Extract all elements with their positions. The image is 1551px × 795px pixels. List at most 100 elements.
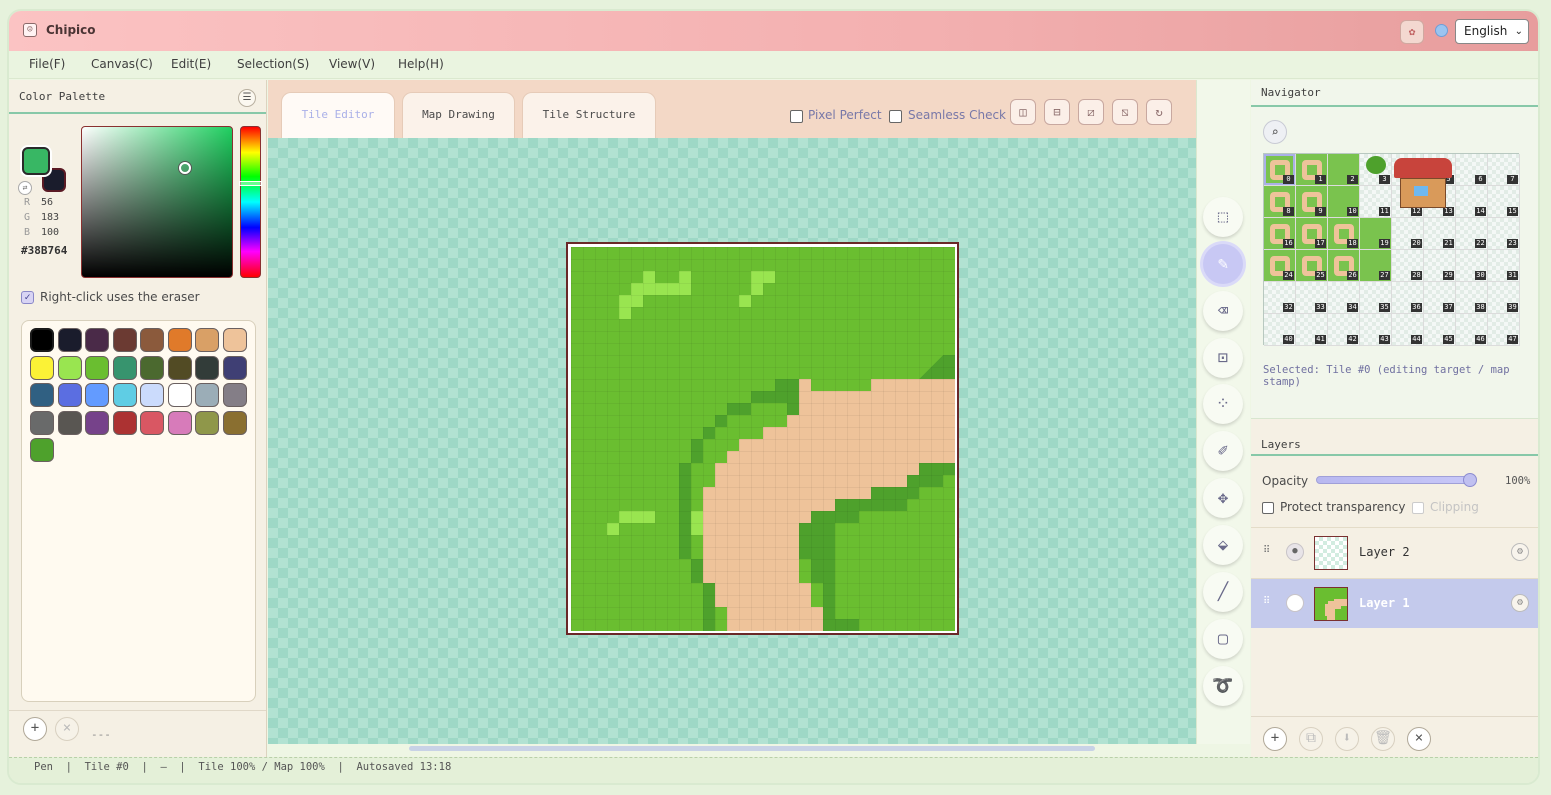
add-color-button[interactable]: + — [23, 717, 47, 741]
drag-handle-icon[interactable]: ⠿ — [1263, 545, 1270, 556]
delete-layer-button[interactable]: 🗑 — [1371, 727, 1395, 751]
palette-swatch[interactable] — [195, 355, 219, 380]
palette-swatch[interactable] — [140, 328, 164, 352]
palette-swatch[interactable] — [85, 410, 109, 435]
tile-cell[interactable]: 16 — [1264, 218, 1296, 250]
lasso-tool-icon[interactable]: ➰ — [1203, 666, 1243, 706]
tile-cell[interactable]: 21 — [1424, 218, 1456, 250]
hue-slider[interactable] — [240, 126, 261, 278]
tile-cell[interactable]: 10 — [1328, 186, 1360, 218]
move-tool-icon[interactable]: ✥ — [1203, 478, 1243, 518]
tile-cell[interactable]: 24 — [1264, 250, 1296, 282]
palette-swatch[interactable] — [167, 410, 192, 435]
canvas-viewport[interactable] — [268, 138, 1196, 751]
menu-selection[interactable]: Selection(S) — [237, 57, 309, 71]
pen-tool-icon[interactable]: ✎ — [1203, 244, 1243, 284]
tileset-grid[interactable]: 0123456789101112131415161718192021222324… — [1263, 153, 1520, 346]
menu-icon[interactable]: ☰ — [238, 89, 256, 107]
tile-cell[interactable]: 45 — [1424, 314, 1456, 346]
tile-cell[interactable]: 38 — [1456, 282, 1488, 314]
menu-canvas[interactable]: Canvas(C) — [91, 57, 153, 71]
tile-cell[interactable]: 20 — [1392, 218, 1424, 250]
tile-cell[interactable]: 0 — [1264, 154, 1296, 186]
tile-cell[interactable]: 34 — [1328, 282, 1360, 314]
visibility-eye-icon[interactable]: ● — [1286, 543, 1304, 561]
seamless-check-checkbox[interactable] — [889, 110, 902, 123]
tile-cell[interactable]: 4 — [1392, 154, 1452, 208]
line-pen-tool-icon[interactable]: ✐ — [1203, 431, 1243, 471]
palette-swatch[interactable] — [195, 383, 219, 407]
menu-file[interactable]: File(F) — [29, 57, 65, 71]
palette-swatch[interactable] — [85, 383, 109, 407]
palette-swatch[interactable] — [222, 410, 247, 435]
tile-cell[interactable]: 33 — [1296, 282, 1328, 314]
palette-swatch[interactable] — [140, 410, 164, 435]
protect-transparency-checkbox[interactable] — [1262, 502, 1274, 514]
tile-canvas[interactable] — [566, 242, 959, 635]
menu-view[interactable]: View(V) — [329, 57, 375, 71]
tile-cell[interactable]: 41 — [1296, 314, 1328, 346]
stamp-tool-icon[interactable]: ⊡ — [1203, 338, 1243, 378]
tile-cell[interactable]: 36 — [1392, 282, 1424, 314]
tile-cell[interactable]: 1 — [1296, 154, 1328, 186]
tile-cell[interactable]: 27 — [1360, 250, 1392, 282]
tile-cell[interactable]: 9 — [1296, 186, 1328, 218]
tile-cell[interactable]: 14 — [1456, 186, 1488, 218]
palette-swatch[interactable] — [222, 328, 247, 352]
eraser-checkbox[interactable]: ✓ — [21, 291, 34, 304]
swap-colors-icon[interactable]: ⇄ — [18, 181, 32, 195]
tile-cell[interactable]: 25 — [1296, 250, 1328, 282]
tile-cell[interactable]: 23 — [1488, 218, 1520, 250]
fill-bucket-icon[interactable]: ⬙ — [1203, 525, 1243, 565]
opacity-slider-thumb[interactable] — [1463, 473, 1477, 487]
visibility-eye-icon[interactable]: ● — [1286, 594, 1304, 612]
menu-edit[interactable]: Edit(E) — [171, 57, 211, 71]
palette-swatch[interactable] — [30, 383, 54, 407]
tile-cell[interactable]: 2 — [1328, 154, 1360, 186]
theme-toggle-icon[interactable]: ✿ — [1400, 20, 1424, 44]
color-picker-cursor[interactable] — [179, 162, 191, 174]
flip-horizontal-icon[interactable]: ◫ — [1010, 99, 1036, 125]
layer-row-layer-2[interactable]: ⠿ ● Layer 2 ⚙ — [1251, 527, 1538, 577]
hex-value[interactable]: #38B764 — [21, 244, 67, 257]
palette-swatch[interactable] — [112, 328, 137, 352]
palette-swatch[interactable] — [57, 383, 82, 407]
palette-swatch[interactable] — [112, 383, 137, 407]
tile-cell[interactable]: 35 — [1360, 282, 1392, 314]
palette-swatch[interactable] — [30, 328, 54, 352]
palette-swatch[interactable] — [167, 355, 192, 380]
palette-swatch[interactable] — [222, 355, 247, 380]
saturation-value-picker[interactable] — [81, 126, 233, 278]
tile-cell[interactable]: 11 — [1360, 186, 1392, 218]
tile-cell[interactable]: 46 — [1456, 314, 1488, 346]
tile-cell[interactable]: 3 — [1360, 154, 1392, 186]
palette-swatch[interactable] — [112, 355, 137, 380]
line-tool-icon[interactable]: ╱ — [1203, 572, 1243, 612]
layer-row-layer-1[interactable]: ⠿ ● Layer 1 ⚙ — [1251, 578, 1538, 628]
palette-swatch[interactable] — [85, 328, 109, 352]
tile-cell[interactable]: 15 — [1488, 186, 1520, 218]
pixel-perfect-checkbox[interactable] — [790, 110, 803, 123]
palette-swatch[interactable] — [30, 355, 54, 380]
palette-swatch[interactable] — [85, 355, 109, 380]
search-icon[interactable]: ⌕ — [1263, 120, 1287, 144]
palette-swatch[interactable] — [57, 355, 82, 380]
duplicate-layer-button[interactable]: ⧉ — [1299, 727, 1323, 751]
reset-icon[interactable]: ↻ — [1146, 99, 1172, 125]
tile-cell[interactable]: 7 — [1488, 154, 1520, 186]
clipping-checkbox[interactable] — [1412, 502, 1424, 514]
tab-tile-editor[interactable]: Tile Editor — [281, 92, 395, 138]
rotate-left-icon[interactable]: ⧄ — [1078, 99, 1104, 125]
rectangle-tool-icon[interactable]: ▢ — [1203, 619, 1243, 659]
tile-cell[interactable]: 19 — [1360, 218, 1392, 250]
flip-vertical-icon[interactable]: ⊟ — [1044, 99, 1070, 125]
tab-map-drawing[interactable]: Map Drawing — [402, 92, 515, 138]
merge-down-button[interactable]: ⬇ — [1335, 727, 1359, 751]
palette-swatch[interactable] — [195, 410, 219, 435]
horizontal-scrollbar[interactable] — [409, 746, 1095, 751]
palette-swatch[interactable] — [167, 383, 192, 407]
foreground-color-swatch[interactable] — [22, 147, 50, 175]
tile-cell[interactable]: 32 — [1264, 282, 1296, 314]
tab-tile-structure[interactable]: Tile Structure — [522, 92, 656, 138]
tile-cell[interactable]: 47 — [1488, 314, 1520, 346]
